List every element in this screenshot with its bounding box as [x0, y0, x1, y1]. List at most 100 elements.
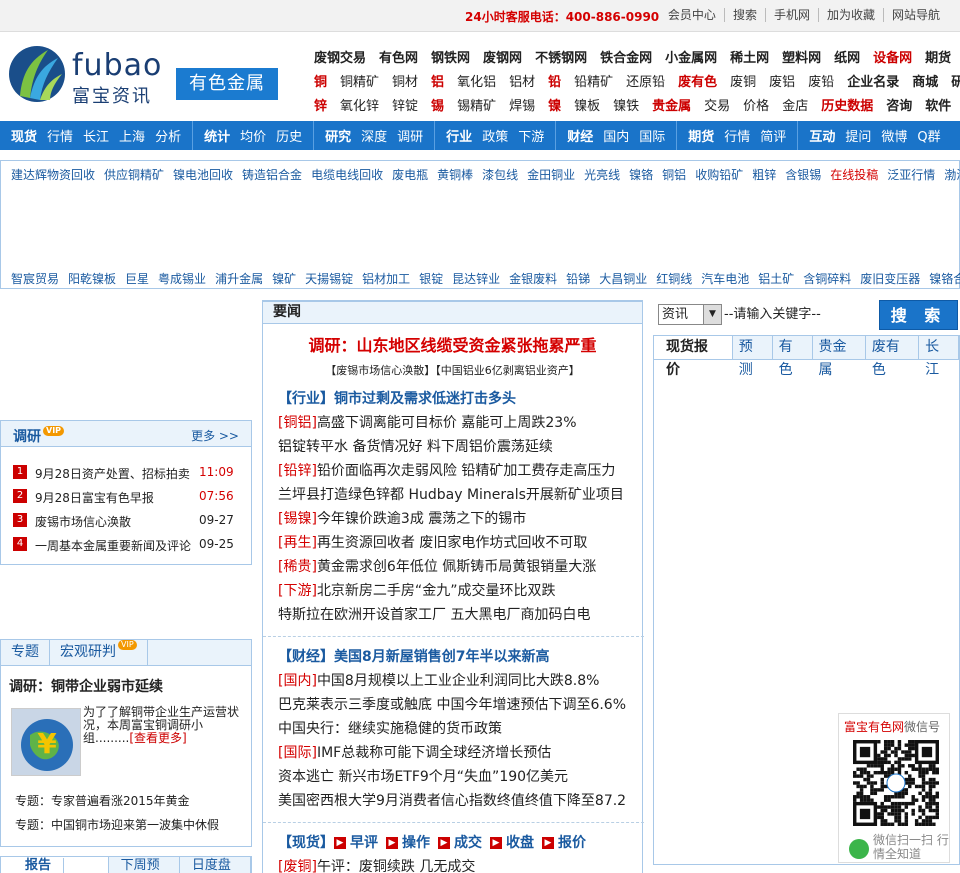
keyword-link[interactable]: 镍铬合金板 — [929, 272, 960, 286]
keyword-link[interactable]: 红铜线 — [656, 272, 692, 286]
spot-link[interactable]: 报价 — [558, 835, 586, 851]
keyword-link[interactable]: 铸造铝合金 — [242, 168, 302, 182]
channel-link[interactable]: 商城 — [912, 71, 938, 90]
news-item[interactable]: 巴克莱表示三季度或触底 中国今年增速预估下调至6.6% — [278, 694, 626, 714]
nav-group-heading[interactable]: 互动 — [809, 126, 835, 145]
channel-link[interactable]: 锡 — [431, 95, 444, 114]
nav-link[interactable]: 国内 — [603, 126, 629, 145]
nav-link[interactable]: 调研 — [397, 126, 423, 145]
keyword-link[interactable]: 漆包线 — [482, 168, 518, 182]
keyword-link[interactable]: 巨星 — [125, 272, 149, 286]
site-logo[interactable]: fubao 富宝资讯 有色金属 — [8, 44, 278, 107]
link-favorite[interactable]: 加为收藏 — [817, 8, 883, 22]
keyword-link[interactable]: 渤海 — [944, 168, 960, 182]
channel-link[interactable]: 稀土网 — [730, 47, 769, 66]
topic-sub-2[interactable]: 专题：中国铜市场迎来第一波集中休假 — [15, 816, 219, 833]
keyword-link[interactable]: 金银废料 — [509, 272, 557, 286]
nav-group-heading[interactable]: 期货 — [688, 126, 714, 145]
spot-section-label[interactable]: 【现货】 — [278, 835, 334, 851]
tab-report[interactable]: 报告VIP — [1, 857, 109, 873]
channel-link[interactable]: 镍 — [548, 95, 561, 114]
news-tag[interactable]: [铅锌] — [278, 463, 317, 479]
news-title[interactable]: 铅价面临再次走弱风险 铅精矿加工费存走高压力 — [317, 463, 615, 479]
channel-link[interactable]: 焊锡 — [509, 95, 535, 114]
nav-link[interactable]: 上海 — [119, 126, 145, 145]
news-title[interactable]: 资本逃亡 新兴市场ETF9个月“失血”190亿美元 — [278, 769, 568, 785]
keyword-link[interactable]: 金田铜业 — [527, 168, 575, 182]
channel-link[interactable]: 小金属网 — [665, 47, 717, 66]
keyword-link[interactable]: 粗锌 — [752, 168, 776, 182]
keyword-link[interactable]: 粤成锡业 — [158, 272, 206, 286]
nav-link[interactable]: 政策 — [482, 126, 508, 145]
news-item[interactable]: 资本逃亡 新兴市场ETF9个月“失血”190亿美元 — [278, 766, 568, 786]
news-title[interactable]: 铝锭转平水 备货情况好 料下周铝价震荡延续 — [278, 439, 553, 455]
news-title[interactable]: 今年镍价跌逾3成 震荡之下的锡市 — [317, 511, 526, 527]
news-tag[interactable]: [再生] — [278, 535, 317, 551]
news-title[interactable]: IMF总裁称可能下调全球经济增长预估 — [317, 745, 551, 761]
spot-tab[interactable]: 贵金属 — [813, 336, 866, 378]
list-item[interactable]: 1 9月28日资产处置、招标拍卖 11:09 — [1, 463, 251, 487]
channel-link[interactable]: 贵金属 — [652, 95, 691, 114]
keyword-link[interactable]: 建达辉物资回收 — [11, 168, 95, 182]
news-item[interactable]: 兰坪县打造绿色锌都 Hudbay Minerals开展新矿业项目 — [278, 484, 624, 504]
research-more-link[interactable]: 更多 >> — [191, 427, 239, 444]
search-category-select[interactable]: 资讯 ▼ — [658, 304, 722, 325]
keyword-link[interactable]: 汽车电池 — [701, 272, 749, 286]
spot-tab[interactable]: 长江 — [919, 336, 959, 378]
topic-more-link[interactable]: [查看更多] — [129, 731, 186, 745]
channel-link[interactable]: 铜材 — [392, 71, 418, 90]
keyword-link[interactable]: 铅锑 — [566, 272, 590, 286]
nav-link[interactable]: 行情 — [47, 126, 73, 145]
channel-link[interactable]: 历史数据 — [821, 95, 873, 114]
channel-link[interactable]: 铅 — [548, 71, 561, 90]
spot-link[interactable]: 收盘 — [506, 835, 534, 851]
nav-group-heading[interactable]: 统计 — [204, 126, 230, 145]
news-tag[interactable]: [铜铝] — [278, 415, 317, 431]
nav-link[interactable]: 分析 — [155, 126, 181, 145]
nav-group-heading[interactable]: 现货 — [11, 126, 37, 145]
news-item[interactable]: [下游]北京新房二手房“金九”成交量环比双跌 — [278, 580, 555, 600]
news-title[interactable]: 再生资源回收者 废旧家电作坊式回收不可取 — [317, 535, 587, 551]
news-title[interactable]: 巴克莱表示三季度或触底 中国今年增速预估下调至6.6% — [278, 697, 626, 713]
nav-link[interactable]: 微博 — [881, 126, 907, 145]
nav-link[interactable]: 历史 — [276, 126, 302, 145]
channel-link[interactable]: 铝 — [431, 71, 444, 90]
keyword-link[interactable]: 镍铬 — [629, 168, 653, 182]
channel-link[interactable]: 铁合金网 — [600, 47, 652, 66]
tab-next-week-forecast[interactable]: 下周预测 — [109, 857, 180, 873]
research-title[interactable]: 调研 VIP — [13, 426, 65, 446]
channel-link[interactable]: 咨询 — [886, 95, 912, 114]
news-tag[interactable]: [锡镍] — [278, 511, 317, 527]
list-item[interactable]: 3 废锡市场信心涣散 09-27 — [1, 511, 251, 535]
news-item[interactable]: [铅锌]铅价面临再次走弱风险 铅精矿加工费存走高压力 — [278, 460, 615, 480]
tab-macro[interactable]: 宏观研判 VIP — [50, 640, 148, 665]
channel-link[interactable]: 纸网 — [834, 47, 860, 66]
channel-link[interactable]: 锡精矿 — [457, 95, 496, 114]
keyword-link[interactable]: 昆达锌业 — [452, 272, 500, 286]
nav-group-heading[interactable]: 行业 — [446, 126, 472, 145]
nav-link[interactable]: 均价 — [240, 126, 266, 145]
channel-link[interactable]: 废铝 — [769, 71, 795, 90]
link-site-nav[interactable]: 网站导航 — [882, 8, 948, 22]
news-item[interactable]: [稀贵]黄金需求创6年低位 佩斯铸币局黄银销量大涨 — [278, 556, 596, 576]
channel-link[interactable]: 软件 — [925, 95, 951, 114]
list-item[interactable]: [废铜]午评：废铜续跌 几无成交 — [278, 856, 475, 873]
keyword-link[interactable]: 光亮线 — [584, 168, 620, 182]
list-item[interactable]: 4 一周基本金属重要新闻及评论 09-25 — [1, 535, 251, 559]
news-title[interactable]: 黄金需求创6年低位 佩斯铸币局黄银销量大涨 — [317, 559, 596, 575]
nav-link[interactable]: 简评 — [760, 126, 786, 145]
search-input[interactable]: --请输入关键字-- — [722, 304, 862, 325]
news-item[interactable]: [铜铝]高盛下调离能可目标价 嘉能可上周跌23% — [278, 412, 577, 432]
nav-link[interactable]: 国际 — [639, 126, 665, 145]
channel-link[interactable]: 金店 — [782, 95, 808, 114]
channel-link[interactable]: 有色网 — [379, 47, 418, 66]
keyword-link[interactable]: 供应铜精矿 — [104, 168, 164, 182]
spot-tab[interactable]: 废有色 — [866, 336, 920, 378]
topic-thumbnail[interactable]: ¥ — [11, 708, 81, 776]
top-headline[interactable]: 调研：山东地区线缆受资金紧张拖累严重 — [263, 332, 642, 356]
news-title[interactable]: 特斯拉在欧洲开设首家工厂 五大黑电厂商加码白电 — [278, 607, 590, 623]
news-title[interactable]: 高盛下调离能可目标价 嘉能可上周跌23% — [317, 415, 577, 431]
channel-link[interactable]: 铜精矿 — [340, 71, 379, 90]
spot-link[interactable]: 操作 — [402, 835, 430, 851]
keyword-link[interactable]: 收购铅矿 — [695, 168, 743, 182]
